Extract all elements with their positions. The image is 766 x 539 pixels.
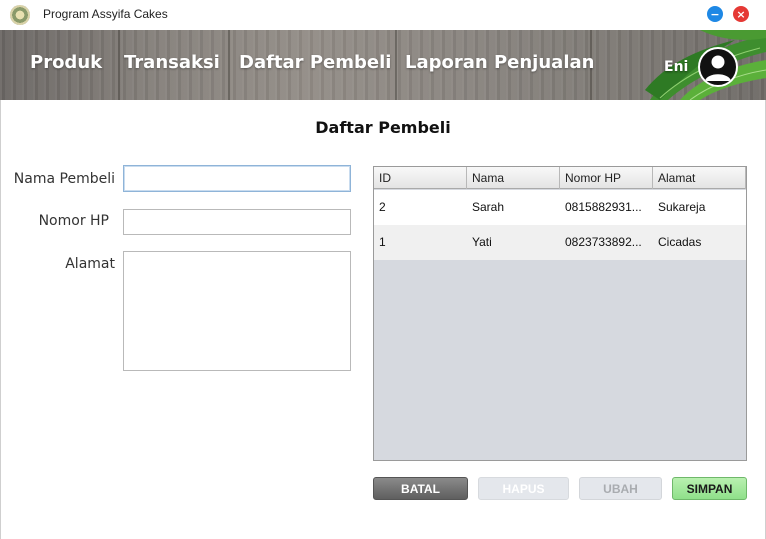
cell-nama: Sarah [472,200,505,214]
table-row[interactable]: 1 Yati 0823733892... Cicadas [374,225,746,260]
user-avatar-icon[interactable] [698,47,738,87]
nama-pembeli-label: Nama Pembeli [13,171,115,187]
column-header-id[interactable]: ID [374,167,467,189]
column-header-alamat[interactable]: Alamat [653,167,746,189]
cell-nama: Yati [472,235,492,249]
user-name: Eni [664,59,689,75]
minimize-button[interactable]: − [707,6,723,22]
minimize-icon: − [710,7,720,21]
close-button[interactable]: × [733,6,749,22]
cell-alamat: Cicadas [658,235,702,249]
batal-button[interactable]: BATAL [373,477,468,500]
nav-laporan-penjualan[interactable]: Laporan Penjualan [405,52,594,73]
hapus-button[interactable]: HAPUS [478,477,569,500]
cell-alamat: Sukareja [658,200,706,214]
table-header: ID Nama Nomor HP Alamat [374,167,746,189]
cell-id: 2 [379,200,386,214]
ubah-button[interactable]: UBAH [579,477,662,500]
main-content: Daftar Pembeli Nama Pembeli Nomor HP Ala… [0,100,766,539]
nama-pembeli-input[interactable] [123,165,351,192]
page-title: Daftar Pembeli [315,118,451,137]
column-header-nomor-hp[interactable]: Nomor HP [560,167,653,189]
header-banner: Produk Transaksi Daftar Pembeli Laporan … [0,30,766,100]
nav-daftar-pembeli[interactable]: Daftar Pembeli [239,52,391,73]
cell-id: 1 [379,235,386,249]
nomor-hp-label: Nomor HP [38,213,109,229]
pembeli-table[interactable]: ID Nama Nomor HP Alamat 2 Sarah 08158829… [373,166,747,461]
nomor-hp-input[interactable] [123,209,351,235]
cell-nomor-hp: 0823733892... [565,235,642,249]
simpan-button[interactable]: SIMPAN [672,477,747,500]
title-bar: Program Assyifa Cakes − × [0,0,766,30]
table-row[interactable]: 2 Sarah 0815882931... Sukareja [374,190,746,225]
alamat-textarea[interactable] [123,251,351,371]
alamat-label: Alamat [65,256,115,272]
nav-produk[interactable]: Produk [30,52,102,73]
column-header-nama[interactable]: Nama [467,167,560,189]
nav-transaksi[interactable]: Transaksi [124,52,220,73]
cell-nomor-hp: 0815882931... [565,200,642,214]
app-logo-icon [10,5,30,25]
window-title: Program Assyifa Cakes [43,7,168,21]
close-icon: × [736,7,746,21]
